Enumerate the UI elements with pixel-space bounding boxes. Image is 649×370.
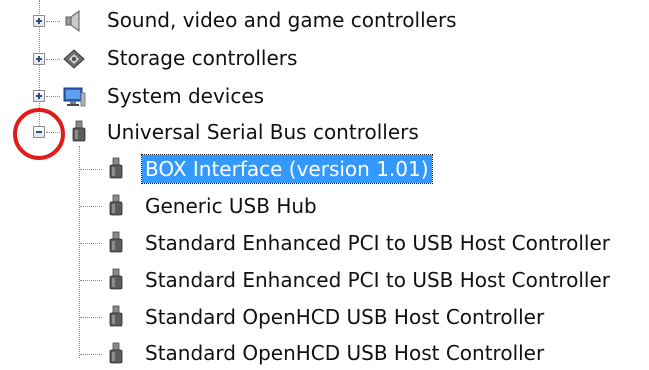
usb-plug-icon bbox=[105, 342, 129, 366]
tree-item-openhcd-usb-host-2[interactable]: Standard OpenHCD USB Host Controller bbox=[142, 339, 547, 367]
device-manager-tree: Sound, video and game controllers Storag… bbox=[0, 0, 649, 365]
usb-plug-icon bbox=[68, 120, 92, 144]
usb-plug-icon bbox=[105, 305, 129, 329]
speaker-icon bbox=[62, 9, 86, 33]
tree-connector-vertical-children bbox=[79, 146, 80, 358]
tree-item-enhanced-pci-usb-host-2[interactable]: Standard Enhanced PCI to USB Host Contro… bbox=[142, 266, 613, 294]
tree-item-enhanced-pci-usb-host-1[interactable]: Standard Enhanced PCI to USB Host Contro… bbox=[142, 229, 613, 257]
tree-item-openhcd-usb-host-1[interactable]: Standard OpenHCD USB Host Controller bbox=[142, 303, 547, 331]
tree-item-system-devices[interactable]: System devices bbox=[104, 82, 267, 110]
tree-connector-horizontal bbox=[46, 132, 60, 133]
tree-connector-horizontal bbox=[46, 21, 60, 22]
system-devices-icon bbox=[62, 84, 86, 108]
tree-connector-horizontal bbox=[46, 96, 60, 97]
tree-connector-horizontal bbox=[80, 280, 102, 281]
expand-button-sound[interactable] bbox=[33, 15, 45, 27]
tree-connector-horizontal bbox=[80, 206, 102, 207]
usb-plug-icon bbox=[105, 157, 129, 181]
tree-item-storage-controllers[interactable]: Storage controllers bbox=[104, 44, 300, 72]
tree-connector-horizontal bbox=[46, 59, 60, 60]
usb-plug-icon bbox=[105, 231, 129, 255]
tree-item-generic-usb-hub[interactable]: Generic USB Hub bbox=[142, 192, 320, 220]
usb-plug-icon bbox=[105, 268, 129, 292]
tree-connector-horizontal bbox=[80, 317, 102, 318]
tree-connector-horizontal bbox=[80, 169, 102, 170]
tree-item-box-interface[interactable]: BOX Interface (version 1.01) bbox=[141, 154, 433, 184]
collapse-button-usb[interactable] bbox=[33, 126, 45, 138]
tree-item-usb-controllers[interactable]: Universal Serial Bus controllers bbox=[104, 118, 422, 146]
tree-connector-horizontal bbox=[80, 354, 102, 355]
usb-plug-icon bbox=[105, 194, 129, 218]
tree-item-sound-video-game[interactable]: Sound, video and game controllers bbox=[104, 6, 460, 34]
expand-button-storage[interactable] bbox=[33, 53, 45, 65]
storage-controller-icon bbox=[62, 47, 86, 71]
expand-button-system-devices[interactable] bbox=[33, 90, 45, 102]
tree-connector-horizontal bbox=[80, 243, 102, 244]
